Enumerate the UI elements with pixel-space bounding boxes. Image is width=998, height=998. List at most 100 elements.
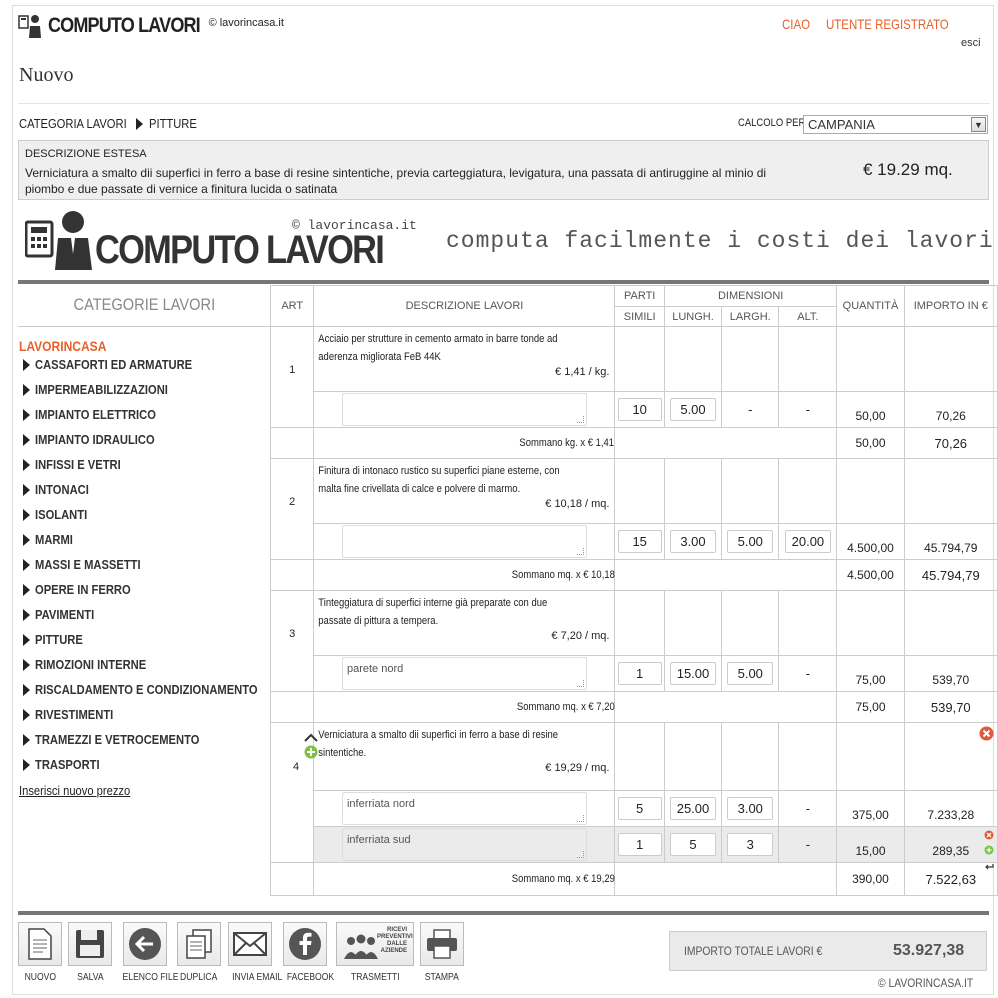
width-empty: -: [721, 391, 780, 428]
length-input[interactable]: 3.00: [670, 530, 716, 553]
banner-site: © lavorincasa.it: [292, 218, 417, 233]
sidebar-item-label: INTONACI: [35, 482, 89, 497]
app-site-label: © lavorincasa.it: [208, 17, 284, 29]
parti-input[interactable]: 10: [617, 398, 662, 421]
description-heading: DESCRIZIONE ESTESA: [25, 148, 147, 160]
parti-input[interactable]: 15: [617, 530, 662, 553]
parti-input[interactable]: 1: [617, 662, 662, 685]
sum-amount: 70,26: [903, 427, 998, 459]
item-unit-price: € 1,41 / kg.: [555, 366, 610, 378]
envelope-icon: [228, 922, 272, 966]
sidebar-item[interactable]: MASSI E MASSETTI: [23, 557, 158, 572]
note-cell: [313, 523, 616, 560]
sidebar-item[interactable]: IMPIANTO ELETTRICO: [23, 407, 176, 422]
chevron-down-icon[interactable]: ▼: [971, 117, 986, 132]
sidebar-item-label: CASSAFORTI ED ARMATURE: [35, 357, 193, 372]
measure-row: parete nord 1 15.00 5.00-75,00 539,70: [271, 655, 998, 692]
sidebar-item[interactable]: RIVESTIMENTI: [23, 707, 126, 722]
item-unit-price: € 10,18 / mq.: [545, 498, 610, 510]
new-price-link[interactable]: Inserisci nuovo prezzo: [19, 783, 130, 798]
sidebar-item[interactable]: IMPIANTO IDRAULICO: [23, 432, 174, 447]
total-panel: IMPORTO TOTALE LAVORI € 53.927,38: [669, 931, 987, 971]
width-input[interactable]: 3.00: [727, 797, 774, 820]
row-quantity: 50,00: [836, 391, 905, 428]
user-name[interactable]: UTENTE REGISTRATO: [826, 16, 949, 32]
width-input[interactable]: 5.00: [727, 530, 774, 553]
sum-row: Sommano mq. x € 19,29 390,00 7.522,63: [269, 862, 998, 896]
measure-row: inferriata nord 5 25.00 3.00-375,00 7.233,28: [271, 790, 998, 827]
delete-item-icon[interactable]: [979, 726, 994, 744]
triangle-right-icon: [23, 583, 30, 596]
people-icon: RICEVI PREVENTIVI DALLE AZIENDE: [336, 922, 414, 966]
sidebar-item-label: RIMOZIONI INTERNE: [35, 657, 147, 672]
sidebar-item[interactable]: IMPERMEABILIZZAZIONI: [23, 382, 190, 397]
col-parti: PARTI: [614, 285, 665, 307]
calc-label: CALCOLO PER: [738, 117, 806, 129]
sum-row: Sommano mq. x € 7,20 75,00 539,70: [269, 691, 998, 723]
sidebar-item[interactable]: MARMI: [23, 532, 79, 547]
width-input[interactable]: 3: [727, 833, 774, 856]
note-textarea[interactable]: [341, 393, 587, 426]
length-input[interactable]: 5: [670, 833, 716, 856]
back-arrow-icon: [123, 922, 167, 966]
note-textarea[interactable]: inferriata nord: [341, 792, 587, 825]
transmit-button[interactable]: RICEVI PREVENTIVI DALLE AZIENDE TRASMETT…: [336, 922, 414, 983]
save-button[interactable]: SALVA: [68, 922, 112, 983]
logout-link[interactable]: esci: [961, 37, 981, 49]
row-quantity: 75,00: [836, 655, 905, 692]
sidebar-item-label: IMPIANTO IDRAULICO: [35, 432, 155, 447]
note-textarea[interactable]: inferriata sud: [341, 828, 587, 861]
sidebar-item[interactable]: PITTURE: [23, 632, 91, 647]
length-input[interactable]: 25.00: [670, 797, 716, 820]
note-textarea[interactable]: parete nord: [341, 657, 587, 690]
sidebar-item[interactable]: TRASPORTI: [23, 757, 110, 772]
breadcrumb-root[interactable]: CATEGORIA LAVORI: [19, 116, 127, 131]
sidebar-item[interactable]: TRAMEZZI E VETROCEMENTO: [23, 732, 226, 747]
delete-row-icon[interactable]: [984, 829, 994, 843]
sidebar-item[interactable]: INTONACI: [23, 482, 98, 497]
transmit-icon-text: RICEVI PREVENTIVI DALLE AZIENDE: [377, 927, 413, 954]
art-number: 4: [269, 722, 318, 863]
parti-input[interactable]: 5: [617, 797, 662, 820]
art-number: 3: [269, 590, 315, 692]
triangle-right-icon: [23, 533, 30, 546]
sidebar-item[interactable]: OPERE IN FERRO: [23, 582, 146, 597]
sidebar-item[interactable]: ISOLANTI: [23, 507, 96, 522]
send-email-button[interactable]: INVIA EMAIL: [228, 922, 282, 983]
app-logo[interactable]: COMPUTO LAVORI © lavorincasa.it: [18, 13, 284, 39]
item-unit-price: € 19,29 / mq.: [545, 762, 610, 774]
banner-divider: [18, 280, 989, 284]
col-width: LARGH.: [721, 306, 780, 327]
width-input[interactable]: 5.00: [727, 662, 774, 685]
sidebar-item-label: RISCALDAMENTO E CONDIZIONAMENTO: [35, 682, 258, 697]
measure-row: 15 3.00 5.00 20.00 4.500,00 45.794,79: [271, 523, 998, 560]
triangle-right-icon: [23, 433, 30, 446]
new-button[interactable]: NUOVO: [18, 922, 62, 983]
file-list-button[interactable]: ELENCO FILE: [118, 922, 178, 983]
sidebar-item[interactable]: CASSAFORTI ED ARMATURE: [23, 357, 218, 372]
sidebar-item[interactable]: INFISSI E VETRI: [23, 457, 135, 472]
facebook-button[interactable]: FACEBOOK: [283, 922, 334, 983]
sum-label: Sommano kg. x € 1,41: [313, 427, 616, 459]
parti-input[interactable]: 1: [617, 833, 662, 856]
height-empty: -: [778, 790, 838, 827]
sidebar-root[interactable]: LAVORINCASA: [19, 338, 106, 354]
triangle-right-icon: [23, 758, 30, 771]
description-text: Verniciatura a smalto dii superfici in f…: [25, 166, 767, 196]
triangle-right-icon: [23, 383, 30, 396]
triangle-right-icon: [23, 508, 30, 521]
undo-icon[interactable]: [984, 859, 994, 873]
note-textarea[interactable]: [341, 525, 587, 558]
add-row-icon[interactable]: [984, 844, 994, 858]
height-input[interactable]: 20.00: [784, 530, 831, 553]
duplicate-button[interactable]: DUPLICA: [177, 922, 221, 983]
print-button[interactable]: STAMPA: [420, 922, 464, 983]
sidebar-item[interactable]: RISCALDAMENTO E CONDIZIONAMENTO: [23, 682, 294, 697]
note-cell: inferriata sud: [313, 826, 616, 863]
region-select[interactable]: CAMPANIA ▼: [803, 115, 988, 134]
length-input[interactable]: 15.00: [670, 662, 716, 685]
sidebar-item[interactable]: RIMOZIONI INTERNE: [23, 657, 164, 672]
sidebar-item[interactable]: PAVIMENTI: [23, 607, 104, 622]
length-input[interactable]: 5.00: [670, 398, 716, 421]
page-title: Nuovo: [19, 64, 74, 86]
